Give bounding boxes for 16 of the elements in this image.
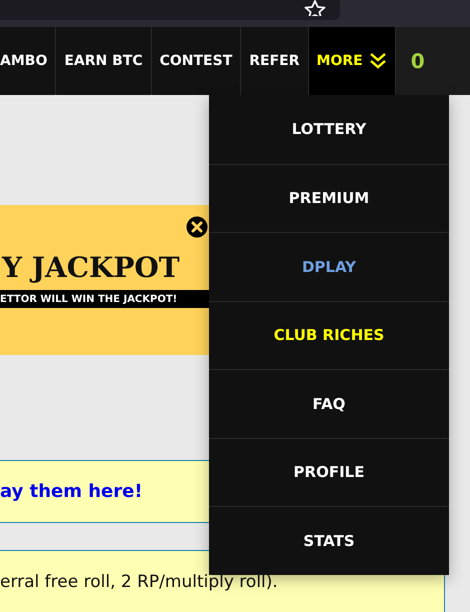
nav-link[interactable]: MORE: [308, 27, 396, 95]
close-icon[interactable]: [186, 216, 208, 238]
double-chevron-icon: [368, 52, 387, 70]
menu-item[interactable]: CLUB RICHES: [209, 300, 449, 369]
menu-item[interactable]: STATS: [209, 506, 449, 574]
menu-item[interactable]: PROFILE: [209, 438, 449, 506]
star-icon[interactable]: [304, 0, 326, 16]
menu-item[interactable]: FAQ: [209, 369, 449, 438]
menu-item[interactable]: DPLAY: [209, 232, 449, 300]
banner-title: Y JACKPOT: [2, 252, 180, 284]
nav-link[interactable]: EARN BTC: [56, 27, 152, 95]
menu-item[interactable]: PREMIUM: [209, 164, 449, 232]
menu-item[interactable]: LOTTERY: [209, 95, 449, 164]
balance-value: 0: [396, 27, 470, 95]
banner-subtitle: ETTOR WILL WIN THE JACKPOT!: [0, 294, 178, 304]
nav-link[interactable]: AMBO: [0, 27, 56, 95]
